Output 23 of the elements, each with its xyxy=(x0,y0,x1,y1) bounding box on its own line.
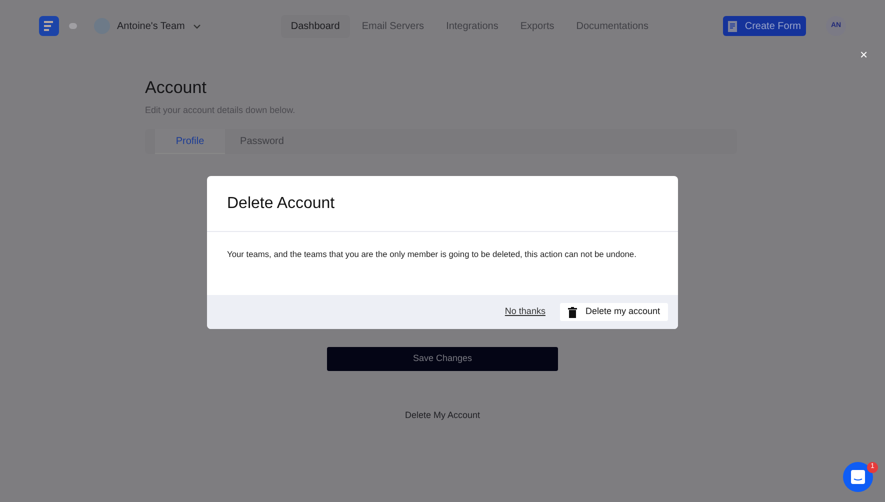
close-button[interactable]: × xyxy=(860,48,868,61)
form-icon xyxy=(728,20,739,32)
page-title: Account xyxy=(145,77,208,99)
no-thanks-link[interactable]: No thanks xyxy=(504,305,546,319)
delete-account-link[interactable]: Delete My Account xyxy=(404,409,480,422)
nav-tab[interactable]: Documentations xyxy=(566,14,658,38)
save-changes-button[interactable]: Save Changes xyxy=(327,347,558,371)
nav-tab[interactable]: Integrations xyxy=(436,14,508,38)
account-tab[interactable]: Password xyxy=(227,129,297,154)
chat-button[interactable] xyxy=(843,462,873,492)
chevron-down-icon xyxy=(192,24,201,28)
create-form-button[interactable]: Create Form xyxy=(722,16,806,36)
chat-icon xyxy=(851,470,865,484)
nav-tab[interactable]: Email Servers xyxy=(352,14,434,38)
dialog-message: Your teams, and the teams that you are the only member is going to be deleted, this action can not be undone. xyxy=(226,248,638,261)
team-selector[interactable]: Antoine's Team xyxy=(117,18,201,34)
nav-tab[interactable]: Dashboard xyxy=(280,14,350,38)
nav-tab[interactable]: Exports xyxy=(510,14,564,38)
delete-my-account-button[interactable]: Delete my account xyxy=(560,303,668,321)
account-tab[interactable]: Profile xyxy=(155,129,225,154)
app-logo-icon[interactable] xyxy=(39,16,59,36)
trash-icon xyxy=(568,306,578,318)
dialog-title: Delete Account xyxy=(207,176,678,232)
